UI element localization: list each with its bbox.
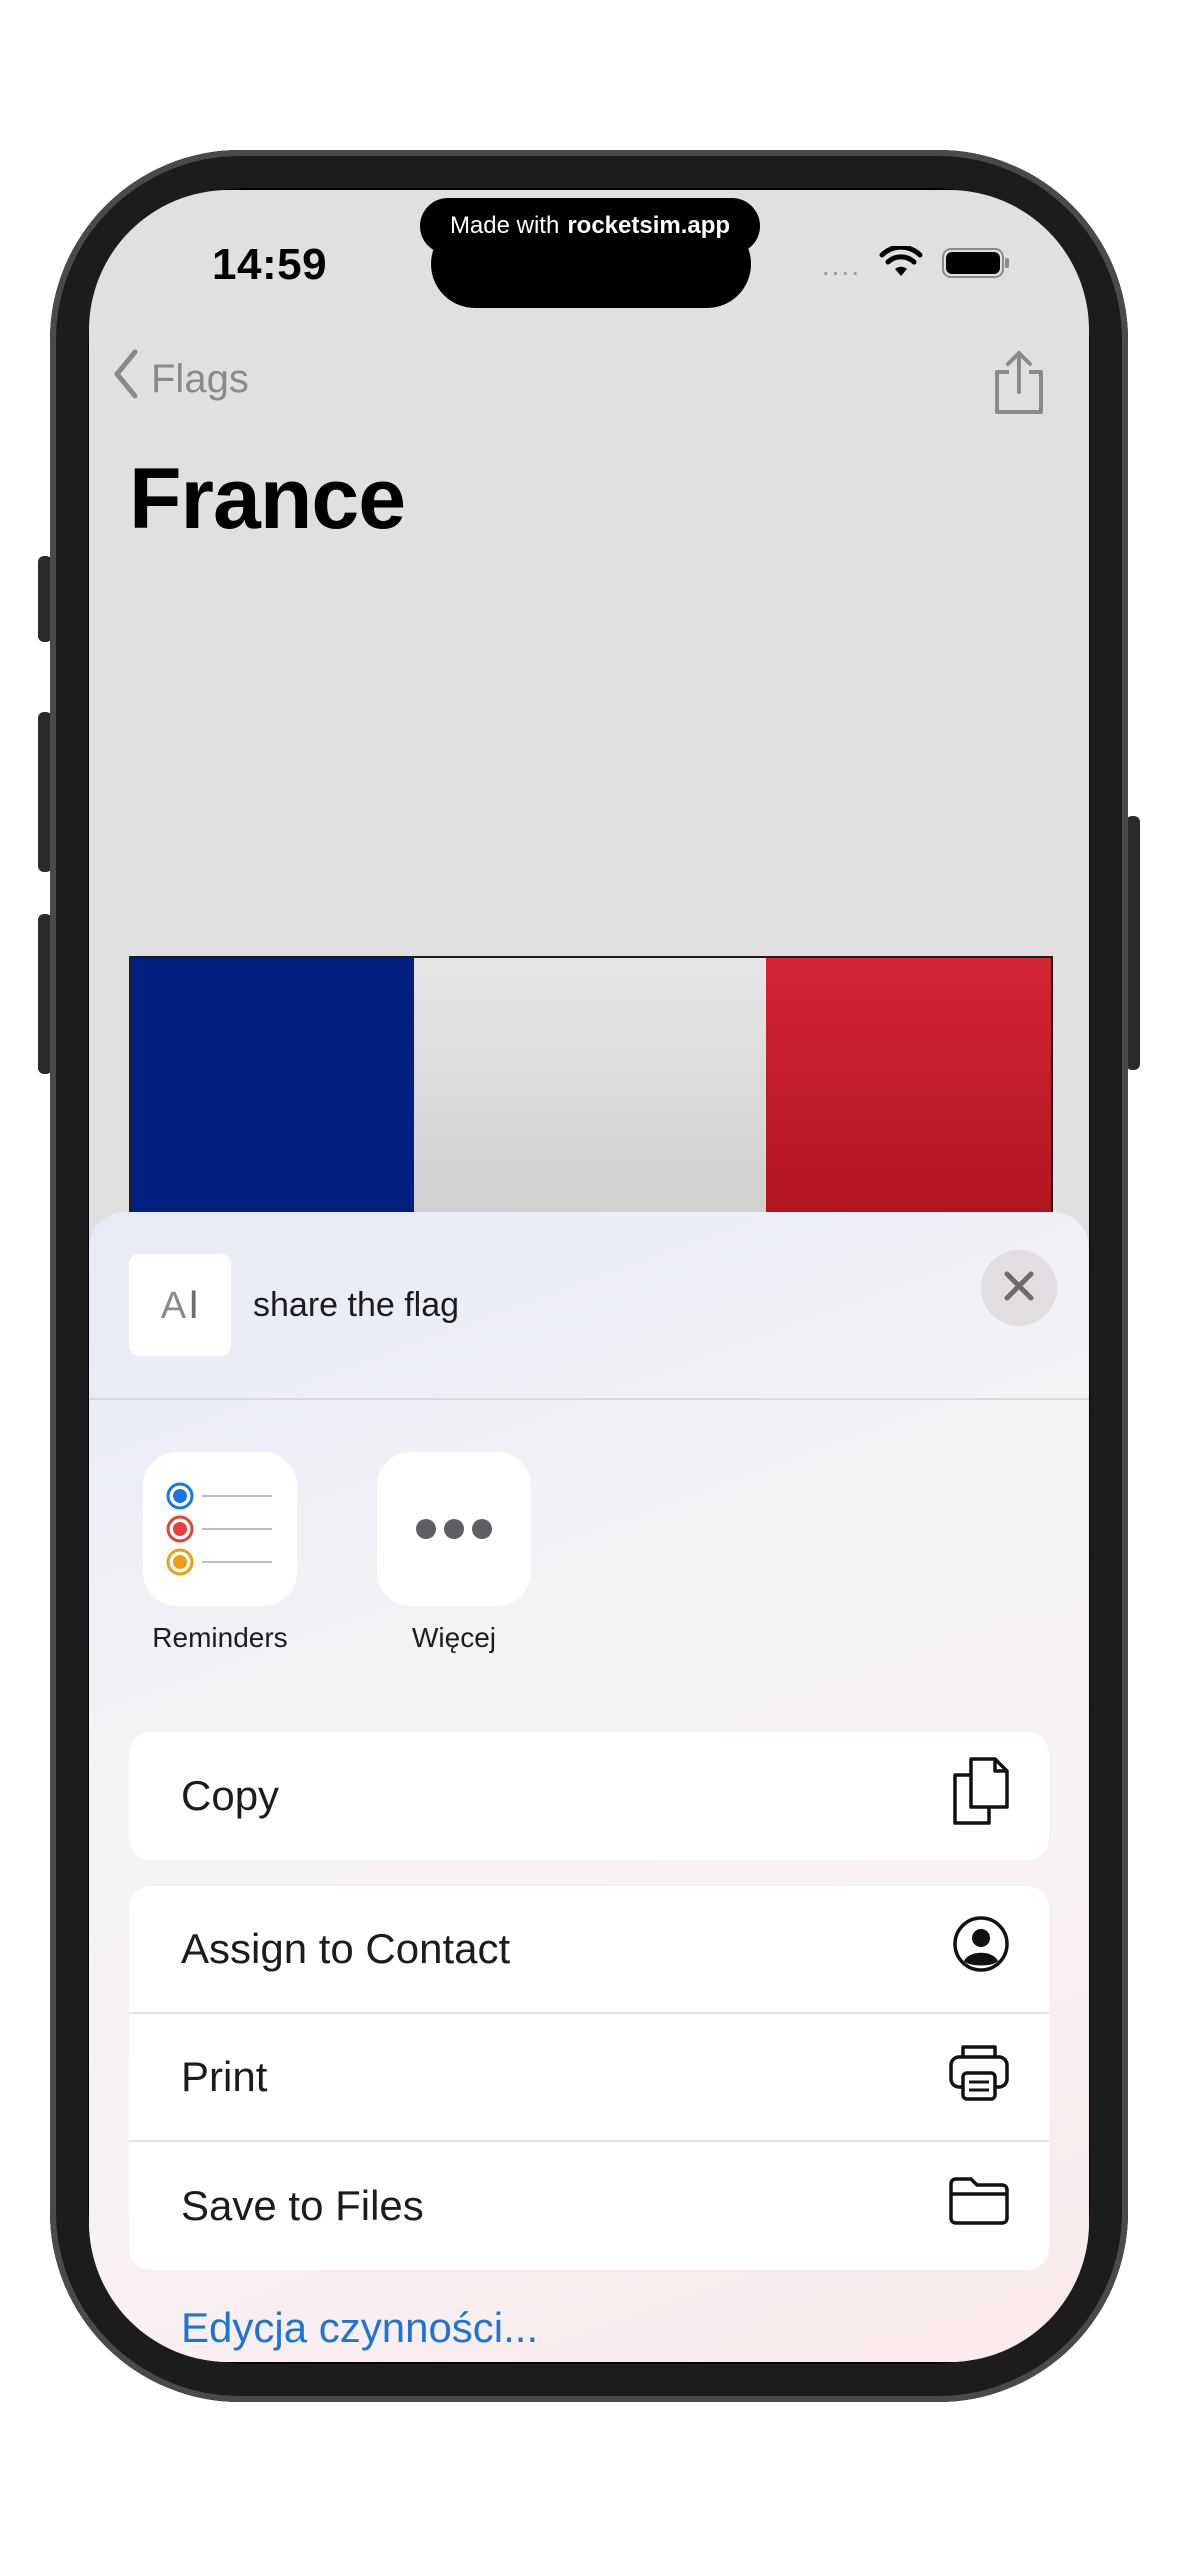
edit-actions-link[interactable]: Edycja czynności... (181, 2304, 538, 2352)
sheet-divider (89, 1398, 1089, 1400)
action-label-save: Save to Files (181, 2182, 424, 2229)
app-label-reminders: Reminders (152, 1622, 288, 1653)
made-with-badge: Made with rocketsim.app (420, 198, 760, 254)
reminders-icon (143, 1452, 297, 1606)
contact-icon (951, 1914, 1011, 1984)
action-copy[interactable]: Copy (129, 1732, 1049, 1860)
document-thumbnail: AI (129, 1254, 231, 1356)
status-time: 14:59 (212, 240, 328, 289)
share-sheet-header: AI share the flag (129, 1254, 459, 1356)
screen: 14:59 Made with rocketsim.app .... Flags (89, 190, 1089, 2362)
flag-stripe-red (766, 958, 1051, 1228)
close-button[interactable] (981, 1250, 1057, 1326)
flag-stripe-blue (131, 958, 414, 1228)
actions-group-copy: Copy (129, 1732, 1049, 1860)
made-with-brand: rocketsim.app (567, 212, 731, 239)
close-icon (1002, 1269, 1036, 1308)
action-assign-to-contact[interactable]: Assign to Contact (129, 1886, 1049, 2014)
flag-image (129, 956, 1053, 1230)
back-label: Flags (151, 356, 249, 401)
battery-icon (941, 246, 1011, 285)
signal-dots: .... (821, 249, 861, 281)
action-label-assign: Assign to Contact (181, 1925, 511, 1972)
power-button (1126, 816, 1140, 1070)
share-button[interactable] (991, 350, 1047, 421)
status-icons: .... (821, 244, 1011, 285)
action-save-to-files[interactable]: Save to Files (129, 2142, 1049, 2270)
share-title: share the flag (253, 1285, 460, 1324)
actions-group-main: Assign to Contact Print Save to Files (129, 1886, 1049, 2270)
app-label-more: Więcej (411, 1622, 496, 1653)
chevron-left-icon (111, 348, 141, 410)
action-print[interactable]: Print (129, 2014, 1049, 2142)
more-icon (377, 1452, 531, 1606)
app-more[interactable]: Więcej (359, 1452, 549, 1654)
back-button[interactable]: Flags (111, 348, 249, 410)
printer-icon (947, 2041, 1011, 2113)
wifi-icon (879, 244, 923, 285)
copy-icon (949, 1755, 1011, 1837)
text-document-icon: AI (160, 1282, 200, 1327)
action-label-copy: Copy (181, 1772, 280, 1819)
action-label-print: Print (181, 2053, 268, 2100)
share-icon (991, 351, 1047, 420)
share-sheet: AI share the flag Reminders Więcej Copy … (89, 1212, 1089, 2362)
made-with-prefix: Made with (449, 212, 560, 239)
page-title: France (129, 451, 406, 547)
app-row: Reminders Więcej (89, 1452, 1089, 1672)
flag-stripe-white (414, 958, 766, 1228)
app-reminders[interactable]: Reminders (125, 1452, 315, 1654)
folder-icon (947, 2176, 1011, 2236)
